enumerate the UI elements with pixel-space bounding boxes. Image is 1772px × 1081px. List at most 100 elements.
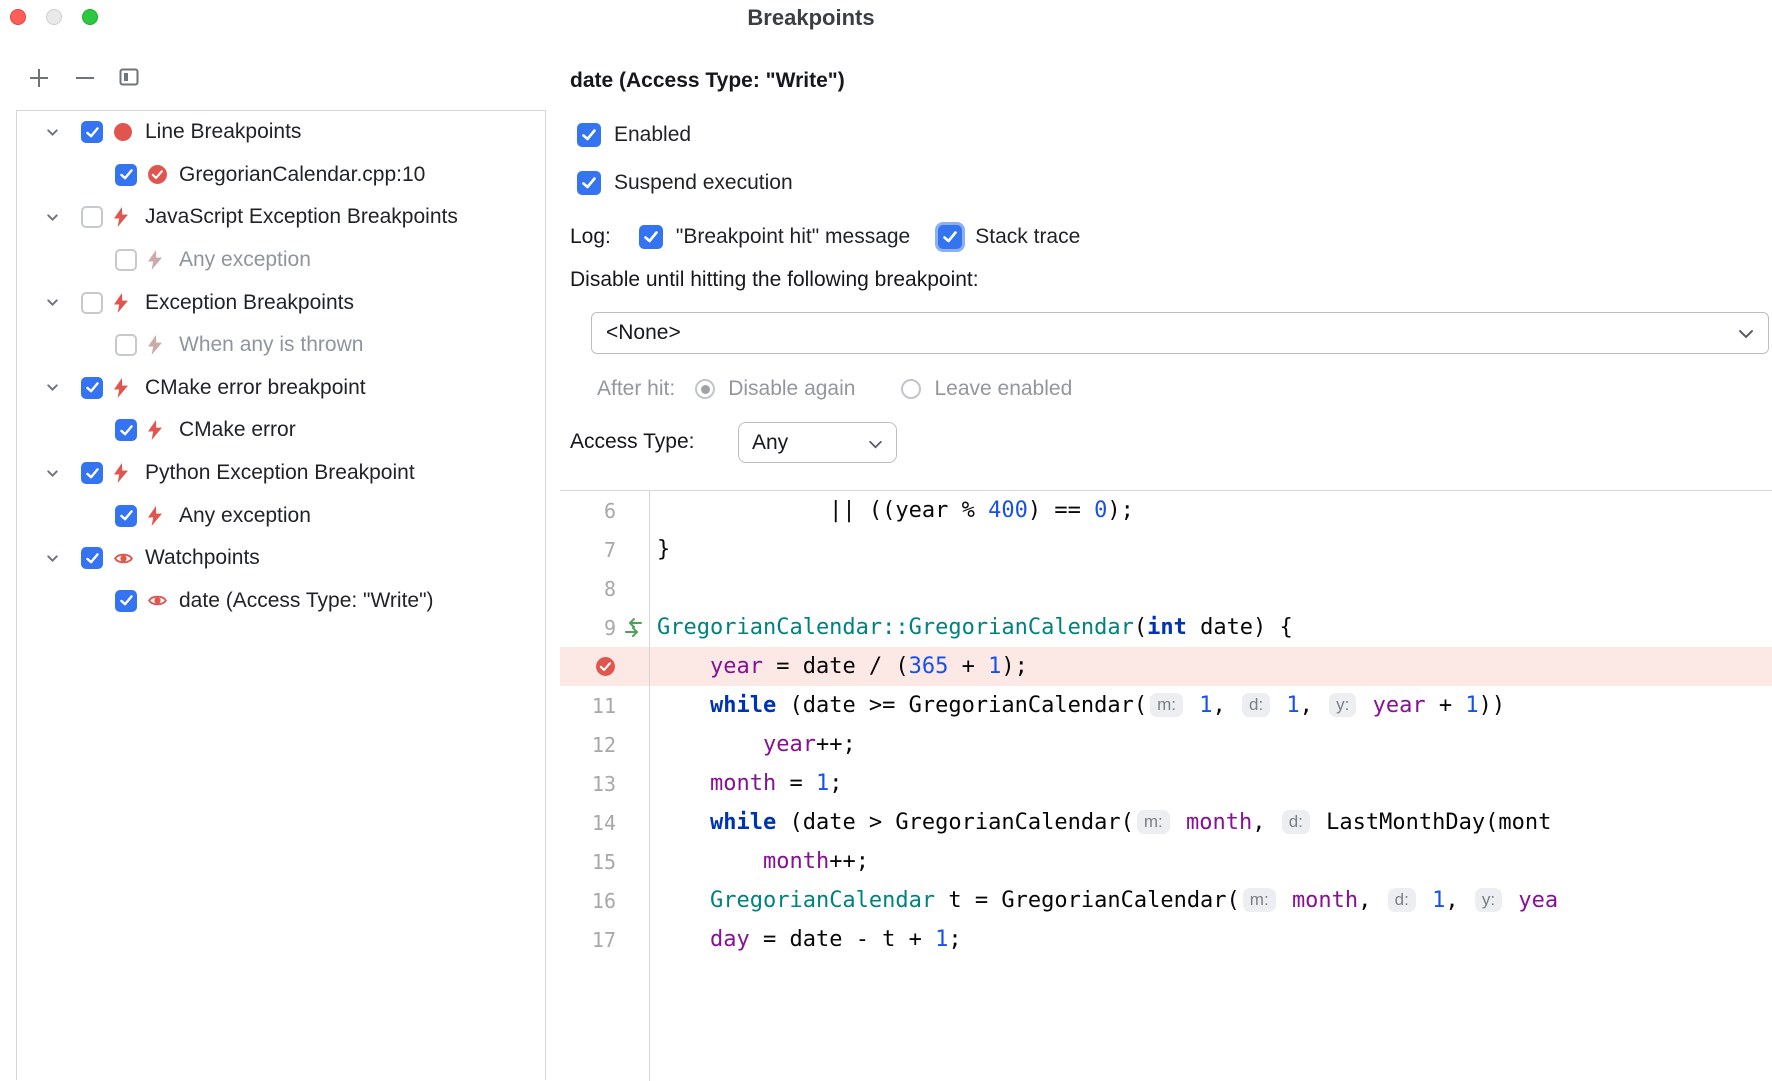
remove-breakpoint-button[interactable] xyxy=(71,65,99,93)
breakpoint-tree-item[interactable]: Line Breakpoints xyxy=(17,111,545,154)
breakpoint-tree-item[interactable]: CMake error xyxy=(17,409,545,452)
line-number[interactable]: 13 xyxy=(560,772,616,796)
log-row: Log: "Breakpoint hit" message Stack trac… xyxy=(570,225,1080,249)
group-breakpoints-button[interactable] xyxy=(115,64,143,92)
breakpoint-details-title: date (Access Type: "Write") xyxy=(570,69,845,93)
code-line: 12 year++; xyxy=(560,725,1772,764)
code-line: 8 xyxy=(560,569,1772,608)
after-hit-label: After hit: xyxy=(597,377,675,401)
enabled-row[interactable]: Enabled xyxy=(577,123,691,147)
code-line: 9GregorianCalendar::GregorianCalendar(in… xyxy=(560,608,1772,647)
lightning-icon xyxy=(147,335,177,355)
line-number[interactable]: 6 xyxy=(560,499,616,523)
inlay-hint: d: xyxy=(1282,810,1310,834)
code-text: month = 1; xyxy=(649,771,842,796)
add-breakpoint-button[interactable] xyxy=(25,65,53,93)
checkbox[interactable] xyxy=(81,547,103,569)
tree-item-label: CMake error xyxy=(179,418,296,442)
lightning-icon xyxy=(147,506,177,526)
line-number[interactable]: 11 xyxy=(560,694,616,718)
eye-icon xyxy=(113,548,143,569)
chevron-down-icon[interactable] xyxy=(45,380,81,395)
radio-selected-icon xyxy=(695,379,715,399)
code-line: 14 while (date > GregorianCalendar(m: mo… xyxy=(560,803,1772,842)
breakpoint-tree-item[interactable]: Any exception xyxy=(17,494,545,537)
line-number[interactable]: 15 xyxy=(560,850,616,874)
checkbox[interactable] xyxy=(115,419,137,441)
breakpoint-tree-item[interactable]: When any is thrown xyxy=(17,324,545,367)
lightning-icon xyxy=(113,293,143,313)
chevron-down-icon[interactable] xyxy=(45,466,81,481)
code-lines: 6 || ((year % 400) == 0);7}89GregorianCa… xyxy=(560,491,1772,959)
breakpoint-tree-item[interactable]: GregorianCalendar.cpp:10 xyxy=(17,154,545,197)
log-message-checkbox[interactable] xyxy=(639,225,663,249)
tree-item-label: date (Access Type: "Write") xyxy=(179,589,434,613)
breakpoint-tree-item[interactable]: Python Exception Breakpoint xyxy=(17,452,545,495)
window-title: Breakpoints xyxy=(0,5,1622,31)
chevron-down-icon xyxy=(1738,321,1754,345)
checkbox[interactable] xyxy=(115,505,137,527)
log-message-label: "Breakpoint hit" message xyxy=(676,225,910,249)
breakpoints-tree: Line Breakpoints GregorianCalendar.cpp:10… xyxy=(16,110,546,1080)
checkbox[interactable] xyxy=(81,292,103,314)
line-number[interactable]: 14 xyxy=(560,811,616,835)
access-type-value: Any xyxy=(752,431,788,455)
breakpoint-tree-item[interactable]: date (Access Type: "Write") xyxy=(17,580,545,623)
line-number[interactable]: 9 xyxy=(560,616,616,640)
chevron-down-icon[interactable] xyxy=(45,125,81,140)
checkbox[interactable] xyxy=(81,206,103,228)
access-type-label: Access Type: xyxy=(570,430,695,454)
tree-item-label: Line Breakpoints xyxy=(145,120,301,144)
chevron-down-icon[interactable] xyxy=(45,295,81,310)
tree-item-label: When any is thrown xyxy=(179,333,363,357)
gutter-divider xyxy=(649,491,650,1081)
chevron-down-icon[interactable] xyxy=(45,210,81,225)
breakpoint-tree-item[interactable]: Any exception xyxy=(17,239,545,282)
disable-until-combobox[interactable]: <None> xyxy=(591,312,1769,354)
suspend-label: Suspend execution xyxy=(614,171,793,195)
lightning-icon xyxy=(113,378,143,398)
checkbox[interactable] xyxy=(81,462,103,484)
code-line: 11 while (date >= GregorianCalendar(m: 1… xyxy=(560,686,1772,725)
code-line: 16 GregorianCalendar t = GregorianCalend… xyxy=(560,881,1772,920)
radio-leave-enabled[interactable]: Leave enabled xyxy=(901,377,1072,401)
line-number[interactable]: 8 xyxy=(560,577,616,601)
breakpoint-icon[interactable] xyxy=(560,656,616,677)
code-text: GregorianCalendar t = GregorianCalendar(… xyxy=(649,888,1558,913)
stack-trace-checkbox[interactable] xyxy=(938,225,962,249)
access-type-select[interactable]: Any xyxy=(738,422,897,463)
breakpoint-tree-item[interactable]: JavaScript Exception Breakpoints xyxy=(17,196,545,239)
checkbox[interactable] xyxy=(115,590,137,612)
radio-disable-again[interactable]: Disable again xyxy=(695,377,855,401)
code-line: year = date / (365 + 1); xyxy=(560,647,1772,686)
inlay-hint: y: xyxy=(1329,693,1356,717)
tree-item-label: Exception Breakpoints xyxy=(145,291,354,315)
code-line: 7} xyxy=(560,530,1772,569)
code-line: 6 || ((year % 400) == 0); xyxy=(560,491,1772,530)
code-text: year++; xyxy=(649,732,856,757)
inlay-hint: m: xyxy=(1243,888,1276,912)
disable-until-label: Disable until hitting the following brea… xyxy=(570,268,979,292)
breakpoint-tree-item[interactable]: Exception Breakpoints xyxy=(17,281,545,324)
lightning-icon xyxy=(113,207,143,227)
line-number[interactable]: 12 xyxy=(560,733,616,757)
suspend-row[interactable]: Suspend execution xyxy=(577,171,793,195)
chevron-down-icon[interactable] xyxy=(45,551,81,566)
line-number[interactable]: 17 xyxy=(560,928,616,952)
suspend-checkbox[interactable] xyxy=(577,171,601,195)
checkbox[interactable] xyxy=(81,121,103,143)
breakpoint-tree-item[interactable]: CMake error breakpoint xyxy=(17,367,545,410)
checkbox[interactable] xyxy=(115,164,137,186)
line-number[interactable]: 7 xyxy=(560,538,616,562)
checkbox[interactable] xyxy=(115,249,137,271)
inlay-hint: m: xyxy=(1137,810,1170,834)
line-number[interactable]: 16 xyxy=(560,889,616,913)
chevron-down-icon xyxy=(868,431,883,455)
code-line: 15 month++; xyxy=(560,842,1772,881)
lightning-icon xyxy=(147,250,177,270)
enabled-checkbox[interactable] xyxy=(577,123,601,147)
inlay-hint: m: xyxy=(1150,693,1183,717)
checkbox[interactable] xyxy=(115,334,137,356)
checkbox[interactable] xyxy=(81,377,103,399)
breakpoint-tree-item[interactable]: Watchpoints xyxy=(17,537,545,580)
